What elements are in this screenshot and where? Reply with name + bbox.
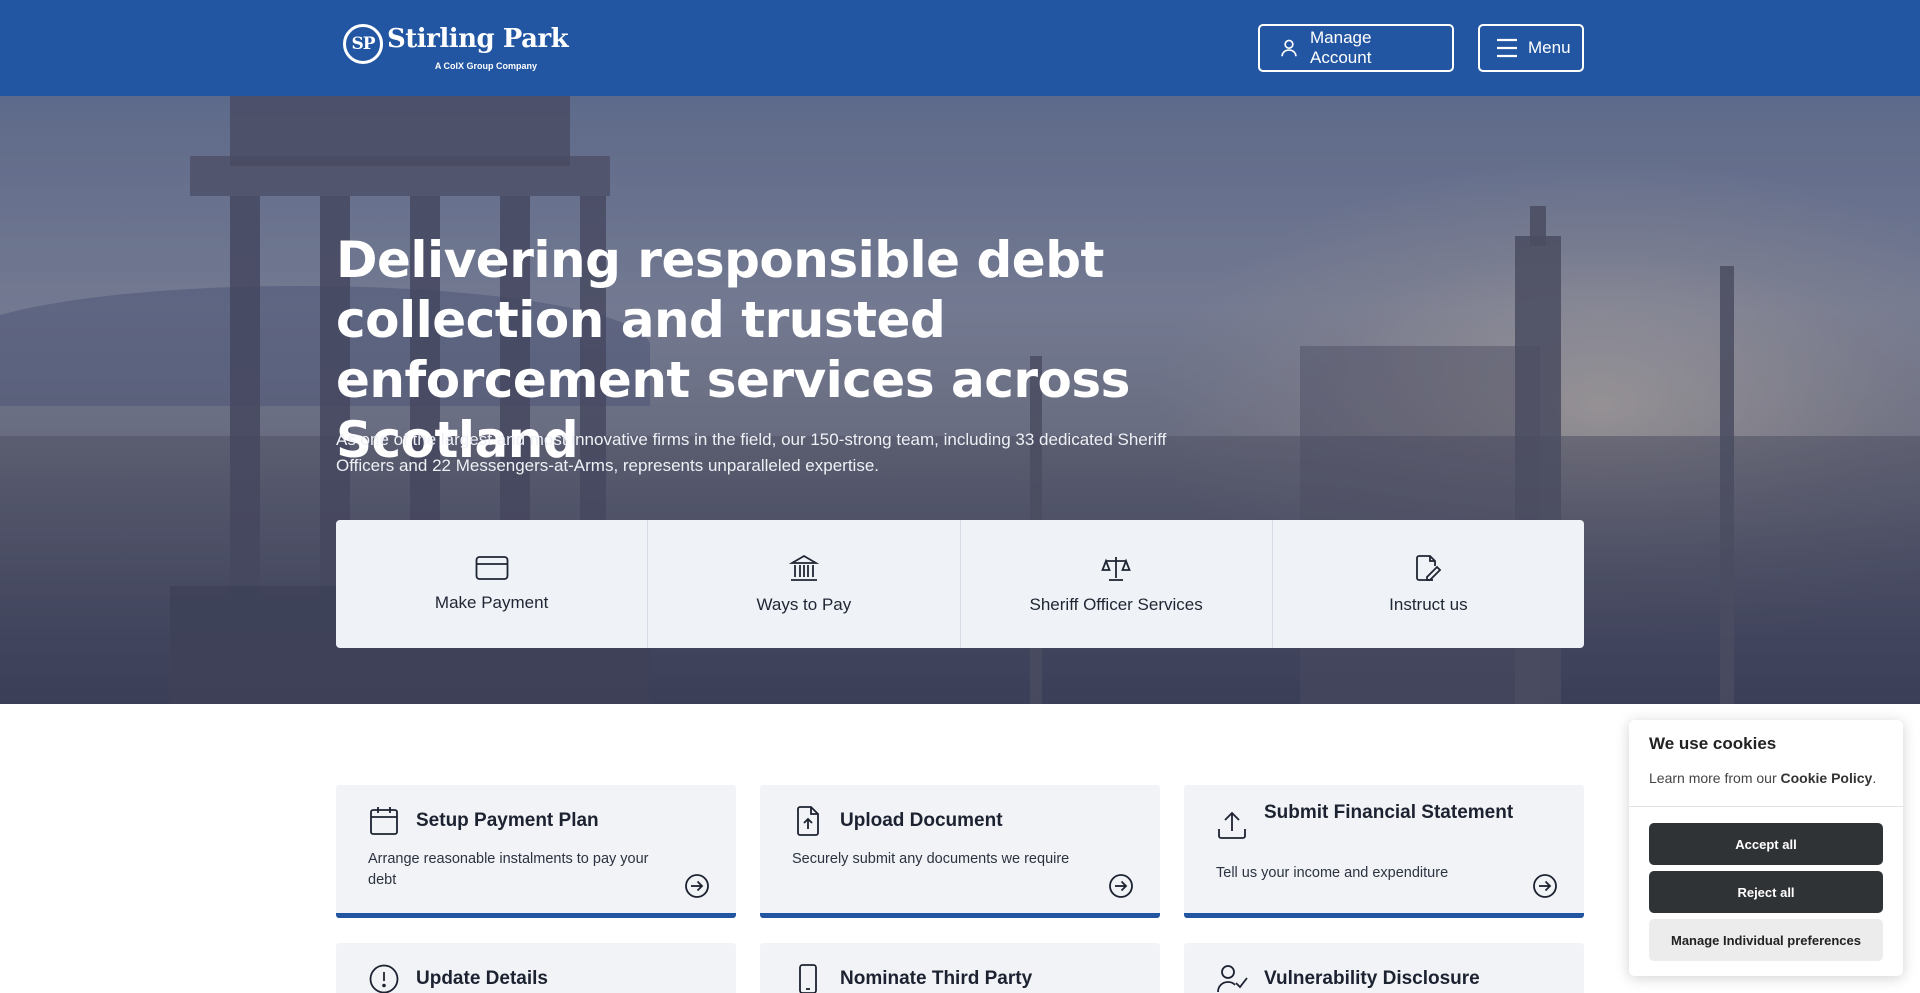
- reject-all-button[interactable]: Reject all: [1649, 871, 1883, 913]
- credit-card-icon: [475, 556, 509, 580]
- quick-link-label: Ways to Pay: [756, 595, 852, 614]
- cookie-description: Learn more from our Cookie Policy.: [1649, 770, 1876, 786]
- user-icon: [1281, 39, 1297, 57]
- site-logo[interactable]: SP Stirling Park A ColX Group Company: [343, 22, 569, 74]
- card-title: Vulnerability Disclosure: [1264, 968, 1480, 989]
- hamburger-icon: [1497, 38, 1517, 58]
- menu-label: Menu: [1528, 38, 1571, 57]
- quick-link-label: Instruct us: [1389, 595, 1468, 614]
- hero-subtitle: As one of the largest and most innovativ…: [336, 430, 1167, 475]
- bank-icon: [788, 554, 819, 581]
- manage-preferences-button[interactable]: Manage Individual preferences: [1649, 919, 1883, 961]
- card-description: Tell us your income and expenditure: [1216, 865, 1449, 881]
- card-title: Submit Financial Statement: [1264, 802, 1514, 823]
- quick-links: Make Payment Ways to Pay Sheriff Officer…: [336, 520, 1584, 648]
- cookie-title: We use cookies: [1649, 734, 1777, 753]
- arrow-right-circle-icon[interactable]: [1532, 873, 1558, 899]
- arrow-right-circle-icon[interactable]: [1108, 873, 1134, 899]
- menu-button[interactable]: Menu: [1478, 24, 1584, 72]
- cookie-policy-link[interactable]: Cookie Policy: [1781, 770, 1873, 786]
- hero-section: Delivering responsible debt collection a…: [0, 96, 1920, 704]
- quick-link-ways-to-pay[interactable]: Ways to Pay: [648, 520, 961, 648]
- calendar-icon: [370, 807, 398, 835]
- logo-mark: SP: [343, 24, 383, 64]
- phone-icon: [799, 964, 817, 993]
- card-nominate-third-party[interactable]: Nominate Third Party: [760, 943, 1160, 993]
- card-update-details[interactable]: Update Details: [336, 943, 736, 993]
- manage-account-label: Manage Account: [1310, 28, 1372, 67]
- quick-link-make-payment[interactable]: Make Payment: [336, 520, 649, 648]
- manage-account-button[interactable]: Manage Account: [1258, 24, 1454, 72]
- cookie-text: Learn more from our: [1649, 770, 1781, 786]
- card-title: Nominate Third Party: [840, 968, 1033, 989]
- cookie-banner: We use cookies Learn more from our Cooki…: [1629, 720, 1903, 976]
- site-header: SP Stirling Park A ColX Group Company Ma…: [0, 0, 1920, 96]
- file-upload-icon: [797, 806, 819, 836]
- arrow-right-circle-icon[interactable]: [684, 873, 710, 899]
- cookie-divider: [1629, 806, 1903, 807]
- upload-icon: [1218, 811, 1246, 839]
- quick-link-sheriff-officer-services[interactable]: Sheriff Officer Services: [961, 520, 1273, 648]
- card-description: Securely submit any documents we require: [792, 851, 1070, 867]
- card-title: Upload Document: [840, 810, 1003, 831]
- card-setup-payment-plan[interactable]: Setup Payment Plan Arrange reasonable in…: [336, 785, 736, 918]
- accept-all-button[interactable]: Accept all: [1649, 823, 1883, 865]
- card-vulnerability-disclosure[interactable]: Vulnerability Disclosure: [1184, 943, 1584, 993]
- card-description: Arrange reasonable instalments to pay yo…: [368, 851, 649, 888]
- card-title: Update Details: [416, 968, 548, 989]
- user-check-icon: [1217, 965, 1248, 993]
- card-upload-document[interactable]: Upload Document Securely submit any docu…: [760, 785, 1160, 918]
- quick-link-label: Sheriff Officer Services: [1029, 595, 1203, 614]
- logo-tagline: A ColX Group Company: [434, 61, 537, 71]
- document-edit-icon: [1416, 555, 1442, 581]
- cookie-text-suffix: .: [1872, 770, 1877, 786]
- card-submit-financial-statement[interactable]: Submit Financial Statement Tell us your …: [1184, 785, 1584, 918]
- quick-link-label: Make Payment: [434, 593, 549, 612]
- logo-name: Stirling Park: [387, 24, 569, 54]
- card-title: Setup Payment Plan: [416, 810, 599, 831]
- alert-circle-icon: [369, 964, 399, 993]
- quick-link-instruct-us[interactable]: Instruct us: [1273, 520, 1584, 648]
- scales-icon: [1101, 557, 1131, 581]
